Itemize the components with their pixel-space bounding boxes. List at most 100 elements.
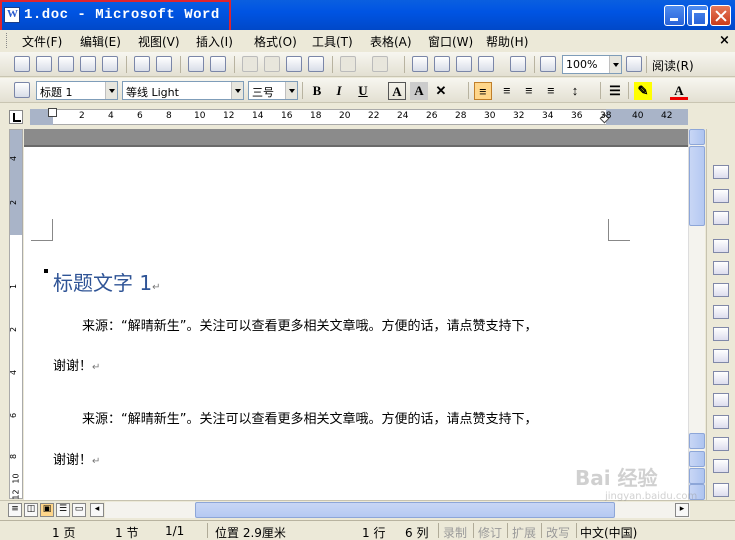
maximize-button[interactable]	[687, 5, 708, 26]
draw-icon[interactable]	[713, 165, 729, 179]
spin-button-icon[interactable]	[713, 393, 729, 407]
underline-button[interactable]: U	[354, 82, 372, 100]
numbering-icon[interactable]: ☰	[606, 82, 624, 100]
text-box-icon[interactable]	[713, 189, 729, 203]
font-color-icon[interactable]: A	[670, 82, 688, 100]
font-size-select[interactable]: 三号	[248, 81, 298, 100]
label-icon[interactable]	[713, 437, 729, 451]
help-icon[interactable]	[626, 56, 642, 72]
menu-table[interactable]: 表格(A)	[370, 33, 412, 50]
close-button[interactable]	[710, 5, 731, 26]
status-ovr[interactable]: 改写	[546, 524, 570, 540]
word-app-icon[interactable]	[4, 7, 20, 23]
paragraph-2-line-2[interactable]: 谢谢！↵	[53, 449, 100, 468]
menu-file[interactable]: 文件(F)	[22, 33, 62, 50]
paragraph-1-line-1[interactable]: 来源：“解晴新生”。关注可以查看更多相关文章哦。方便的话，请点赞支持下，	[82, 315, 537, 334]
paragraph-2-line-1[interactable]: 来源：“解晴新生”。关注可以查看更多相关文章哦。方便的话，请点赞支持下，	[82, 408, 537, 427]
scroll-left-button[interactable]: ◂	[90, 503, 104, 517]
doc-heading[interactable]: 标题文字 1↵	[53, 267, 160, 296]
italic-button[interactable]: I	[330, 82, 348, 100]
text-field-icon[interactable]	[713, 261, 729, 275]
status-page: 1 页	[52, 526, 76, 540]
font-select[interactable]: 等线 Light	[122, 81, 244, 100]
format-painter-icon[interactable]	[308, 56, 324, 72]
align-right-icon[interactable]: ≡	[520, 82, 538, 100]
more-controls-icon[interactable]	[713, 483, 729, 497]
command-button-icon[interactable]	[713, 283, 729, 297]
menu-insert[interactable]: 插入(I)	[196, 33, 233, 50]
distribute-icon[interactable]: ≡	[542, 82, 560, 100]
justify-button[interactable]: ≡	[474, 82, 492, 100]
menu-tools[interactable]: 工具(T)	[312, 33, 353, 50]
paste-icon[interactable]	[286, 56, 302, 72]
checkbox-icon[interactable]	[713, 239, 729, 253]
insert-table-icon[interactable]	[456, 56, 472, 72]
menu-view[interactable]: 视图(V)	[138, 33, 180, 50]
scroll-bar-icon[interactable]	[713, 415, 729, 429]
styles-pane-icon[interactable]	[14, 82, 30, 98]
tables-borders-icon[interactable]	[434, 56, 450, 72]
tab-selector-icon[interactable]	[9, 110, 23, 124]
style-select[interactable]: 标题 1	[36, 81, 118, 100]
list-box-icon[interactable]	[713, 327, 729, 341]
horizontal-ruler[interactable]: 2 4 6 8 10 12 14 16 18 20 22 24 26 28 30…	[0, 105, 735, 129]
print-icon[interactable]	[134, 56, 150, 72]
vertical-scrollbar[interactable]	[688, 129, 705, 500]
cut-icon[interactable]	[242, 56, 258, 72]
document-area[interactable]: 标题文字 1↵ 来源：“解晴新生”。关注可以查看更多相关文章哦。方便的话，请点赞…	[24, 129, 688, 500]
minimize-button[interactable]	[664, 5, 685, 26]
research-icon[interactable]	[210, 56, 226, 72]
spelling-icon[interactable]	[188, 56, 204, 72]
normal-view-icon[interactable]: ≡	[8, 503, 22, 517]
image-icon[interactable]	[713, 459, 729, 473]
scroll-down-button[interactable]	[689, 433, 705, 449]
text-scale-icon[interactable]: ✕	[432, 82, 450, 100]
print-layout-view-icon[interactable]: ▣	[40, 503, 54, 517]
read-button[interactable]: 阅读(R)	[652, 57, 694, 74]
char-shading-icon[interactable]: A	[410, 82, 428, 100]
copy-icon[interactable]	[264, 56, 280, 72]
align-center-icon[interactable]: ≡	[498, 82, 516, 100]
insert-excel-icon[interactable]	[478, 56, 494, 72]
option-button-icon[interactable]	[713, 305, 729, 319]
highlight-icon[interactable]: ✎	[634, 82, 652, 100]
formatting-toolbar: 标题 1 等线 Light 三号 B I U A A ✕ ≡ ≡ ≡ ≡ ↕ ☰…	[0, 78, 735, 103]
email-icon[interactable]	[102, 56, 118, 72]
open-icon[interactable]	[36, 56, 52, 72]
zoom-select[interactable]: 100%	[562, 55, 622, 74]
vertical-ruler[interactable]: 4 2 1 2 4 6 8 10 12	[9, 129, 23, 500]
print-preview-icon[interactable]	[156, 56, 172, 72]
columns-icon[interactable]	[510, 56, 526, 72]
doc-close-icon[interactable]: ×	[719, 33, 730, 48]
menu-window[interactable]: 窗口(W)	[428, 33, 473, 50]
ruler-strip	[30, 109, 688, 125]
undo-icon[interactable]	[340, 56, 356, 72]
status-ext[interactable]: 扩展	[512, 524, 536, 540]
scroll-up-button[interactable]	[689, 129, 705, 145]
hyperlink-icon[interactable]	[412, 56, 428, 72]
combo-box-icon[interactable]	[713, 349, 729, 363]
vertical-scroll-thumb[interactable]	[689, 146, 705, 226]
paragraph-1-line-2[interactable]: 谢谢！↵	[53, 355, 100, 374]
redo-icon[interactable]	[372, 56, 388, 72]
web-view-icon[interactable]: ◫	[24, 503, 38, 517]
scroll-right-button[interactable]: ▸	[675, 503, 689, 517]
menu-edit[interactable]: 编辑(E)	[80, 33, 121, 50]
callout-icon[interactable]	[713, 211, 729, 225]
horizontal-scroll-thumb[interactable]	[195, 502, 615, 518]
char-border-icon[interactable]: A	[388, 82, 406, 100]
permission-icon[interactable]	[80, 56, 96, 72]
status-rec[interactable]: 录制	[443, 524, 467, 540]
toggle-button-icon[interactable]	[713, 371, 729, 385]
reading-view-icon[interactable]: ▭	[72, 503, 86, 517]
menu-format[interactable]: 格式(O)	[254, 33, 297, 50]
menu-help[interactable]: 帮助(H)	[486, 33, 528, 50]
outline-view-icon[interactable]: ☰	[56, 503, 70, 517]
line-spacing-icon[interactable]: ↕	[566, 82, 584, 100]
status-trk[interactable]: 修订	[478, 524, 502, 540]
bold-button[interactable]: B	[308, 82, 326, 100]
save-icon[interactable]	[58, 56, 74, 72]
new-icon[interactable]	[14, 56, 30, 72]
first-line-indent-marker[interactable]	[48, 108, 57, 117]
document-map-icon[interactable]	[540, 56, 556, 72]
